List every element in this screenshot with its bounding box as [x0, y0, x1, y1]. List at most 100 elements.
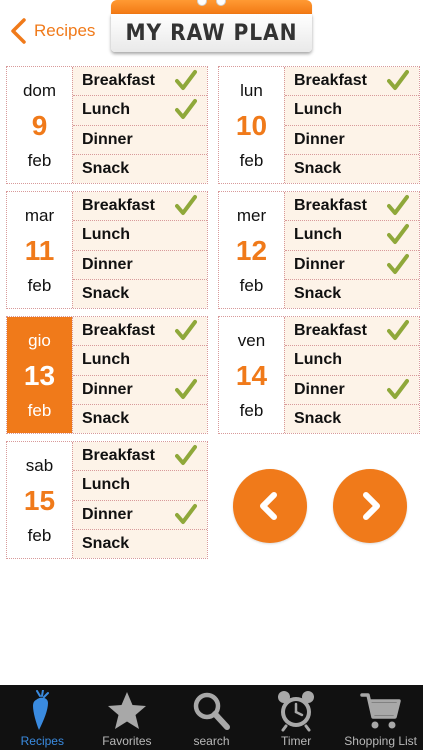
meal-row-dinner[interactable]: Dinner: [285, 124, 419, 154]
day-card-mer[interactable]: mer 12 feb Breakfast Lunch Dinner Snack: [218, 191, 420, 309]
back-button-label: Recipes: [34, 21, 96, 40]
back-button[interactable]: Recipes: [8, 14, 95, 48]
meal-row-snack[interactable]: Snack: [285, 153, 419, 183]
meal-row-snack[interactable]: Snack: [285, 403, 419, 433]
meal-label: Lunch: [82, 226, 130, 244]
month-label: feb: [27, 151, 52, 170]
meal-list: Breakfast Lunch Dinner Snack: [72, 192, 207, 308]
day-date-column: gio 13 feb: [7, 317, 72, 433]
meal-label: Breakfast: [294, 72, 367, 90]
meal-label: Snack: [294, 159, 342, 177]
meal-row-snack[interactable]: Snack: [73, 278, 207, 308]
tab-search[interactable]: search: [169, 685, 254, 750]
meal-row-breakfast[interactable]: Breakfast: [73, 192, 207, 220]
meal-row-lunch[interactable]: Lunch: [73, 95, 207, 124]
meal-label: Snack: [82, 159, 130, 177]
meal-row-lunch[interactable]: Lunch: [73, 220, 207, 249]
day-date-column: dom 9 feb: [7, 67, 72, 183]
page-title-tag: MY RAW PLAN: [111, 0, 312, 54]
meal-label: Breakfast: [82, 72, 155, 90]
meal-row-breakfast[interactable]: Breakfast: [285, 317, 419, 345]
meal-list: Breakfast Lunch Dinner Snack: [72, 317, 207, 433]
header-bar: Recipes MY RAW PLAN: [0, 0, 423, 60]
month-label: feb: [27, 526, 52, 545]
day-number: 11: [24, 235, 55, 266]
tab-bar: Recipes Favorites search Timer Shopping …: [0, 685, 423, 750]
meal-row-breakfast[interactable]: Breakfast: [73, 442, 207, 470]
meal-row-breakfast[interactable]: Breakfast: [285, 192, 419, 220]
meal-label: Dinner: [82, 255, 133, 273]
meal-row-snack[interactable]: Snack: [285, 278, 419, 308]
meal-row-lunch[interactable]: Lunch: [73, 470, 207, 499]
cart-icon: [359, 693, 401, 729]
meal-label: Breakfast: [82, 197, 155, 215]
search-icon: [194, 692, 231, 730]
meal-label: Snack: [82, 534, 130, 552]
day-date-column: sab 15 feb: [7, 442, 72, 558]
alarm-clock-icon: [278, 691, 315, 732]
month-label: feb: [239, 151, 264, 170]
meal-label: Lunch: [82, 101, 130, 119]
day-date-column: mar 11 feb: [7, 192, 72, 308]
meal-row-snack[interactable]: Snack: [73, 528, 207, 558]
day-card-mar[interactable]: mar 11 feb Breakfast Lunch Dinner Snack: [6, 191, 208, 309]
tab-label: Timer: [280, 734, 312, 748]
next-week-button[interactable]: [333, 469, 407, 543]
checkmark-icon: [175, 503, 197, 525]
day-card-ven[interactable]: ven 14 feb Breakfast Lunch Dinner Snack: [218, 316, 420, 434]
checkmark-icon: [175, 319, 197, 341]
checkmark-icon: [387, 378, 409, 400]
weekday-label: lun: [240, 81, 263, 100]
tab-label: Shopping List: [344, 734, 418, 748]
meal-label: Breakfast: [82, 447, 155, 465]
meal-label: Dinner: [82, 380, 133, 398]
meal-row-breakfast[interactable]: Breakfast: [73, 67, 207, 95]
meal-row-lunch[interactable]: Lunch: [285, 220, 419, 249]
checkmark-icon: [175, 444, 197, 466]
meal-row-snack[interactable]: Snack: [73, 403, 207, 433]
meal-row-dinner[interactable]: Dinner: [73, 124, 207, 154]
title-tag-body: MY RAW PLAN: [111, 14, 312, 52]
meal-label: Lunch: [294, 226, 342, 244]
tab-timer[interactable]: Timer: [254, 685, 339, 750]
meal-label: Snack: [294, 284, 342, 302]
meal-row-breakfast[interactable]: Breakfast: [285, 67, 419, 95]
checkmark-icon: [175, 98, 197, 120]
day-card-lun[interactable]: lun 10 feb Breakfast Lunch Dinner Snack: [218, 66, 420, 184]
meal-row-lunch[interactable]: Lunch: [73, 345, 207, 374]
meal-label: Breakfast: [294, 322, 367, 340]
chevron-left-icon: [11, 18, 26, 44]
meal-label: Lunch: [82, 476, 130, 494]
day-date-column: lun 10 feb: [219, 67, 284, 183]
meal-label: Breakfast: [294, 197, 367, 215]
day-card-dom[interactable]: dom 9 feb Breakfast Lunch Dinner Snack: [6, 66, 208, 184]
tab-favorites[interactable]: Favorites: [85, 685, 170, 750]
meal-row-dinner[interactable]: Dinner: [73, 249, 207, 279]
meal-label: Dinner: [294, 255, 345, 273]
day-number: 12: [235, 235, 268, 266]
meal-row-dinner[interactable]: Dinner: [73, 374, 207, 404]
meal-row-dinner[interactable]: Dinner: [285, 249, 419, 279]
meal-row-snack[interactable]: Snack: [73, 153, 207, 183]
previous-week-button[interactable]: [233, 469, 307, 543]
meal-row-lunch[interactable]: Lunch: [285, 345, 419, 374]
tab-shopping-list[interactable]: Shopping List: [338, 685, 423, 750]
page-title: MY RAW PLAN: [125, 20, 298, 46]
meal-row-dinner[interactable]: Dinner: [285, 374, 419, 404]
day-date-column: ven 14 feb: [219, 317, 284, 433]
star-icon: [107, 692, 146, 729]
meal-row-dinner[interactable]: Dinner: [73, 499, 207, 529]
meal-label: Dinner: [294, 130, 345, 148]
meal-label: Snack: [82, 409, 130, 427]
weekday-label: ven: [237, 331, 266, 350]
meal-row-breakfast[interactable]: Breakfast: [73, 317, 207, 345]
tab-recipes[interactable]: Recipes: [0, 685, 85, 750]
day-card-sab[interactable]: sab 15 feb Breakfast Lunch Dinner Snack: [6, 441, 208, 559]
meal-label: Breakfast: [82, 322, 155, 340]
meal-row-lunch[interactable]: Lunch: [285, 95, 419, 124]
weekday-label: gio: [28, 331, 51, 350]
day-card-gio[interactable]: gio 13 feb Breakfast Lunch Dinner Snack: [6, 316, 208, 434]
meal-list: Breakfast Lunch Dinner Snack: [284, 317, 419, 433]
weekday-label: mer: [236, 206, 267, 225]
carrot-icon: [33, 690, 50, 730]
